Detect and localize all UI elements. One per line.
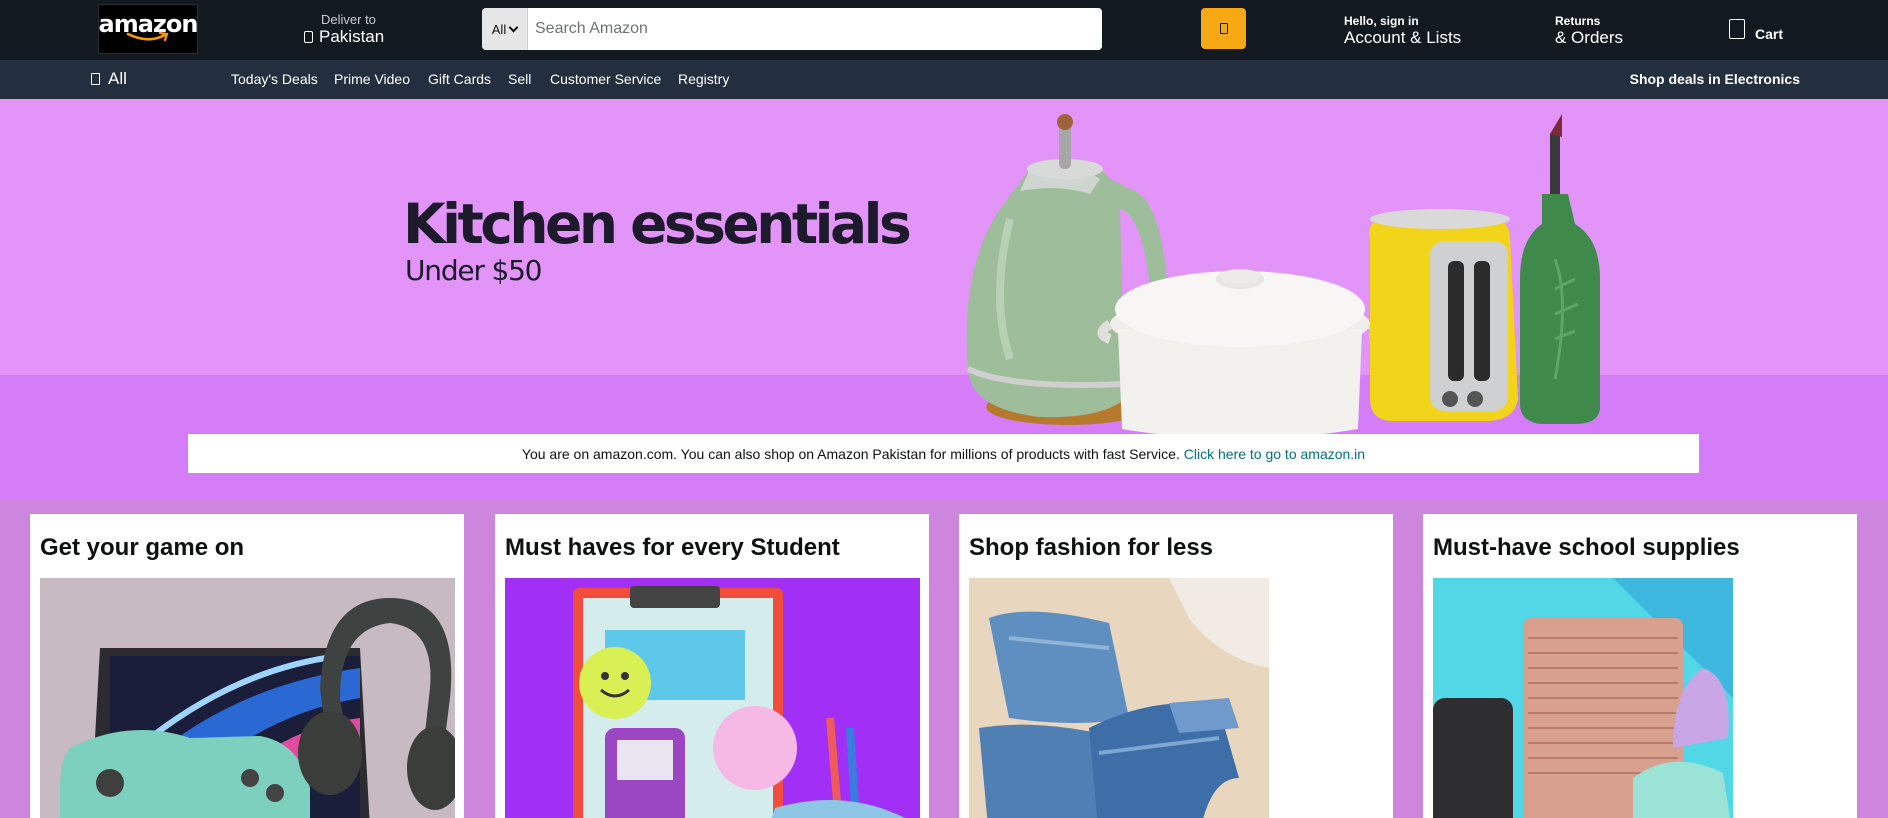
- deliver-to[interactable]: Deliver to Pakistan: [304, 12, 384, 47]
- search-category-label: All: [491, 21, 507, 37]
- all-menu-label: All: [108, 69, 127, 88]
- top-navbar: amazon Deliver to Pakistan All Hello, si…: [0, 0, 1888, 60]
- hero-banner[interactable]: Kitchen essentials Under $50 You are on …: [0, 99, 1888, 499]
- account-lists[interactable]: Hello, sign in Account & Lists: [1344, 14, 1461, 48]
- cart-icon: [1729, 19, 1745, 39]
- search-bar: All: [482, 8, 1102, 50]
- deliver-label: Deliver to: [321, 12, 376, 27]
- subnav-item-gift-cards[interactable]: Gift Cards: [428, 71, 491, 87]
- student-supplies-image[interactable]: [505, 578, 920, 818]
- shop-deals-electronics-link[interactable]: Shop deals in Electronics: [1630, 71, 1800, 87]
- gaming-products-image[interactable]: [40, 578, 455, 818]
- returns-label: Returns: [1555, 14, 1601, 28]
- subnav-item-prime-video[interactable]: Prime Video: [334, 71, 410, 87]
- account-label: Account & Lists: [1344, 28, 1462, 47]
- card-student[interactable]: Must haves for every Student: [495, 514, 929, 818]
- returns-orders[interactable]: Returns & Orders: [1555, 14, 1623, 48]
- amazon-logo[interactable]: amazon: [98, 4, 198, 54]
- all-menu-button[interactable]: All: [91, 69, 127, 89]
- cart-button[interactable]: Cart: [1729, 19, 1784, 42]
- subnav-item-registry[interactable]: Registry: [678, 71, 729, 87]
- card-title: Shop fashion for less: [969, 534, 1214, 561]
- fashion-jeans-image[interactable]: [969, 578, 1269, 818]
- card-title: Must-have school supplies: [1433, 534, 1740, 561]
- account-greeting: Hello, sign in: [1344, 14, 1419, 28]
- hero-title: Kitchen essentials: [403, 192, 912, 256]
- card-school-supplies[interactable]: Must-have school supplies: [1423, 514, 1857, 818]
- search-button[interactable]: [1201, 8, 1246, 49]
- card-title: Get your game on: [40, 534, 245, 561]
- kitchen-products-image: [966, 114, 1600, 439]
- location-pin-icon: [304, 31, 313, 43]
- locale-notice-text: You are on amazon.com. You can also shop…: [521, 445, 1180, 462]
- chevron-down-icon: [508, 22, 519, 32]
- card-fashion[interactable]: Shop fashion for less: [959, 514, 1393, 818]
- search-category-select[interactable]: All: [482, 8, 528, 50]
- amazon-in-link[interactable]: Click here to go to amazon.in: [1184, 446, 1365, 462]
- subnav-item-sell[interactable]: Sell: [508, 71, 531, 87]
- search-input[interactable]: [528, 8, 1102, 50]
- orders-label: & Orders: [1555, 28, 1624, 47]
- deliver-country: Pakistan: [319, 27, 385, 46]
- hero-subtitle: Under $50: [405, 254, 542, 287]
- sub-navbar: All Today's Deals Prime Video Gift Cards…: [0, 60, 1888, 99]
- cart-label: Cart: [1755, 26, 1784, 42]
- card-title: Must haves for every Student: [505, 534, 840, 561]
- card-game[interactable]: Get your game on: [30, 514, 464, 818]
- subnav-item-todays-deals[interactable]: Today's Deals: [231, 71, 318, 87]
- search-icon: [1219, 23, 1228, 34]
- subnav-item-customer-service[interactable]: Customer Service: [550, 71, 661, 87]
- school-supplies-image[interactable]: [1433, 578, 1733, 818]
- logo-smile-icon: [126, 31, 169, 42]
- hamburger-menu-icon: [91, 73, 100, 85]
- locale-notice: You are on amazon.com. You can also shop…: [188, 434, 1699, 473]
